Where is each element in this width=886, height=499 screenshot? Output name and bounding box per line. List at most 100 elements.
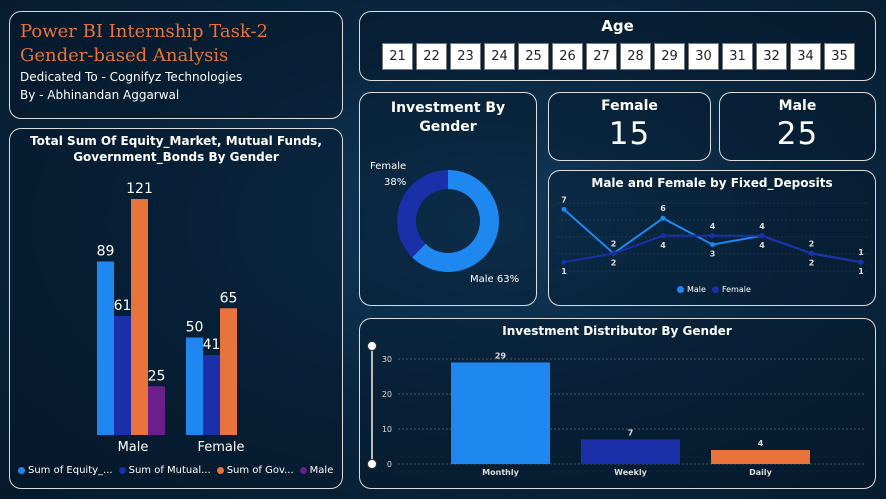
legend-dot: [677, 286, 684, 293]
dist-category-weekly: Weekly: [614, 468, 647, 477]
investment-by-gender-card: Investment By Gender Female 38% Male 63%: [359, 92, 537, 306]
investment-distributor-chart: Investment Distributor By Gender 0 10 20 30…: [367, 324, 865, 477]
legend-label: Sum of Gov...: [226, 465, 294, 476]
legend-dot: [118, 467, 126, 474]
bar-legend-item-3[interactable]: Male: [299, 465, 333, 476]
line-label-female: 4: [660, 241, 666, 250]
bar-label-female-series-2: 65: [220, 290, 238, 306]
bar-male-series-2[interactable]: [131, 199, 148, 435]
line-point-female[interactable]: [858, 259, 864, 265]
line-label-female: 4: [710, 222, 716, 231]
line-point-female[interactable]: [660, 233, 666, 239]
bar-female-series-2[interactable]: [220, 308, 237, 435]
line-label-female: 1: [858, 267, 864, 276]
age-slicer: 21 22 23 24 25 26 27 28 29 30 31 32 34 35: [382, 43, 858, 70]
line-label-female: 4: [759, 241, 765, 250]
age-option-25[interactable]: 25: [518, 43, 549, 70]
bar-chart-legend: Sum of Equity_... Sum of Mutual... Sum of …: [18, 465, 339, 476]
line-legend-item-male[interactable]: Male: [677, 285, 706, 294]
dist-bar-weekly[interactable]: [581, 439, 680, 465]
age-option-22[interactable]: 22: [416, 43, 447, 70]
author-text: By - Abhinandan Aggarwal: [20, 88, 180, 102]
line-point-female[interactable]: [561, 259, 567, 265]
line-point-female[interactable]: [809, 250, 814, 256]
slider-handle-bottom[interactable]: [367, 459, 377, 469]
age-option-24[interactable]: 24: [484, 43, 515, 70]
female-kpi-label: Female: [601, 98, 658, 114]
line-point-male[interactable]: [561, 206, 567, 212]
age-option-23[interactable]: 23: [450, 43, 481, 70]
age-option-32[interactable]: 32: [756, 43, 787, 70]
age-option-29[interactable]: 29: [654, 43, 685, 70]
legend-dot: [216, 467, 224, 474]
line-point-male[interactable]: [660, 215, 666, 221]
age-option-31[interactable]: 31: [722, 43, 753, 70]
dist-value-daily: 4: [758, 439, 764, 448]
male-kpi-label: Male: [778, 98, 817, 114]
male-kpi-value: 25: [776, 116, 819, 152]
equity-mutual-bonds-card: Total Sum Of Equity_Market, Mutual Funds…: [9, 128, 343, 489]
bar-legend-item-0[interactable]: Sum of Equity_...: [18, 465, 113, 476]
legend-dot: [299, 467, 307, 474]
line-label-male: 7: [561, 195, 567, 204]
female-kpi-card: Female 15: [548, 92, 711, 161]
donut-label-female-pct: 38%: [384, 177, 406, 188]
legend-dot: [18, 467, 25, 474]
age-option-30[interactable]: 30: [688, 43, 719, 70]
title-card: Power BI Internship Task-2 Gender-based …: [9, 11, 343, 119]
line-label-male: 1: [858, 248, 864, 257]
line-label-female: 1: [561, 267, 567, 276]
bar-male-series-0[interactable]: [97, 261, 114, 435]
age-option-26[interactable]: 26: [552, 43, 583, 70]
line-point-male[interactable]: [710, 242, 715, 248]
donut-title-line2: Gender: [419, 119, 476, 135]
line-label-male: 4: [759, 222, 765, 231]
line-point-female[interactable]: [759, 233, 765, 239]
line-legend-item-female[interactable]: Female: [711, 285, 751, 294]
line-label-male: 2: [611, 239, 617, 248]
bar-label-female-series-1: 41: [203, 337, 221, 353]
bar-chart-title-line1: Total Sum Of Equity_Market, Mutual Funds…: [30, 134, 322, 149]
investment-by-gender-chart: Investment By Gender Female 38% Male 63%: [370, 100, 519, 285]
age-option-28[interactable]: 28: [620, 43, 651, 70]
dedication-text: Dedicated To - Cognifyz Technologies: [20, 70, 243, 84]
donut-title-line1: Investment By: [391, 100, 505, 116]
dist-ytick: 20: [382, 390, 392, 399]
legend-dot: [711, 286, 719, 293]
line-label-female: 2: [611, 258, 617, 267]
dist-bar-monthly[interactable]: [451, 362, 550, 465]
bar-legend-item-1[interactable]: Sum of Mutual...: [118, 465, 211, 476]
bar-label-male-series-0: 89: [97, 243, 115, 259]
dist-bar-daily[interactable]: [711, 450, 810, 464]
dist-category-monthly: Monthly: [482, 468, 519, 477]
age-slicer-card: Age 21 22 23 24 25 26 27 28 29 30 31 32 34 35: [359, 11, 876, 81]
bar-male-series-1[interactable]: [114, 316, 131, 435]
legend-label: Female: [721, 285, 751, 294]
bar-female-series-0[interactable]: [186, 337, 203, 436]
slider-handle-top[interactable]: [367, 341, 377, 351]
age-option-35[interactable]: 35: [824, 43, 855, 70]
age-option-34[interactable]: 34: [790, 43, 821, 70]
legend-label: Sum of Equity_...: [28, 465, 113, 476]
bar-female-series-1[interactable]: [203, 355, 220, 435]
bar-male-series-3[interactable]: [148, 386, 165, 435]
bar-label-male-series-3: 25: [148, 368, 166, 384]
dist-chart-title: Investment Distributor By Gender: [502, 324, 732, 338]
donut-label-female-name: Female: [370, 161, 406, 172]
bar-label-male-series-1: 61: [114, 298, 132, 314]
bar-category-female: Female: [197, 440, 244, 455]
age-slicer-title: Age: [601, 17, 634, 35]
line-label-male: 2: [809, 239, 815, 248]
range-slider[interactable]: [367, 341, 377, 469]
line-point-female[interactable]: [710, 233, 715, 239]
age-option-27[interactable]: 27: [586, 43, 617, 70]
age-option-21[interactable]: 21: [382, 43, 413, 70]
legend-label: Male: [687, 285, 706, 294]
line-chart-title: Male and Female by Fixed_Deposits: [591, 176, 832, 191]
bar-legend-item-2[interactable]: Sum of Gov...: [216, 465, 294, 476]
dist-category-daily: Daily: [749, 468, 773, 477]
equity-mutual-bonds-chart: Total Sum Of Equity_Market, Mutual Funds…: [30, 134, 322, 455]
fixed-deposits-card: Male and Female by Fixed_Deposits 7 2 6 3 4 2…: [548, 170, 876, 306]
female-kpi-value: 15: [608, 116, 651, 152]
line-point-female[interactable]: [611, 250, 616, 256]
